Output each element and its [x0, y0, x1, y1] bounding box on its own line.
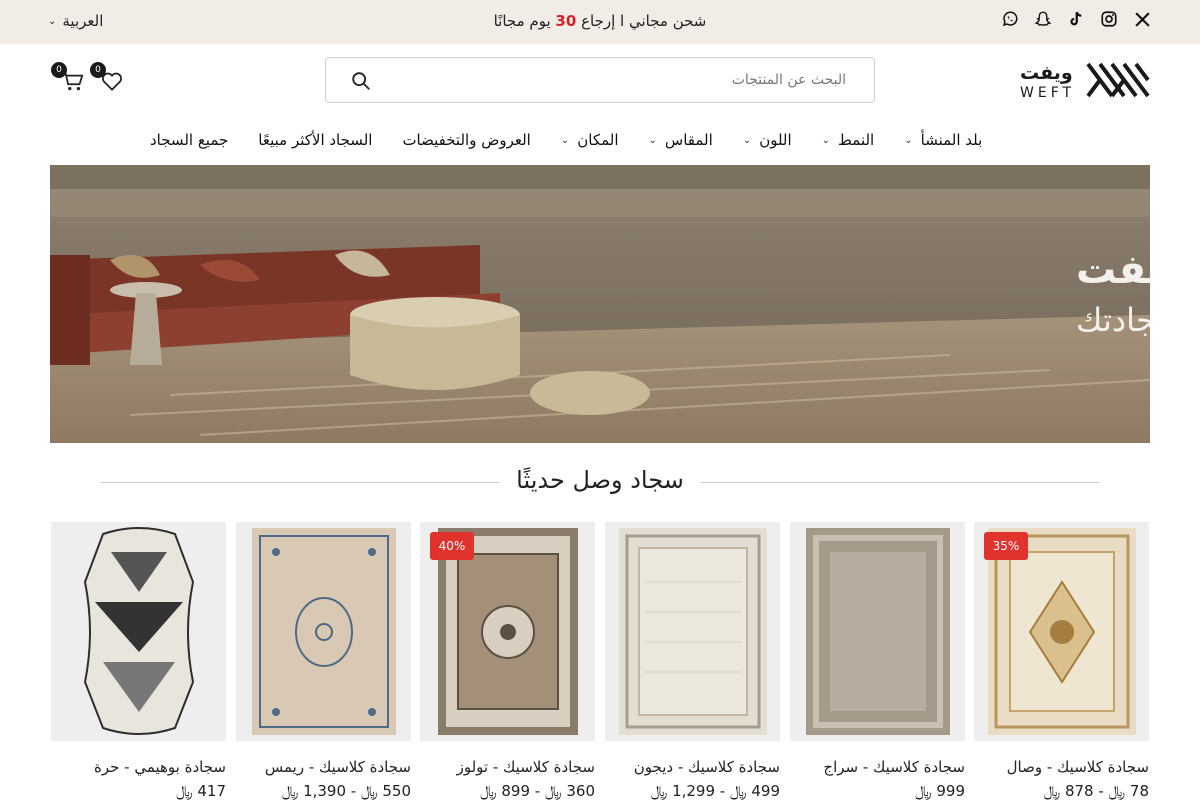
site-logo[interactable]: ويفت WEFT [1018, 60, 1152, 101]
snapchat-icon[interactable] [1033, 9, 1052, 29]
product-image[interactable] [51, 522, 226, 741]
nav-label: جميع السجاد [150, 131, 229, 149]
nav-label: النمط [838, 131, 875, 149]
cart-button[interactable]: 0 [51, 62, 88, 94]
discount-badge: 35% [984, 532, 1028, 560]
nav-item-offers[interactable]: العروض والتخفيضات [402, 131, 530, 149]
nav-label: المقاس [664, 131, 713, 149]
top-bar: شحن مجاني ا إرجاع 30 يوم مجانًا ⌄ العربي… [0, 0, 1200, 44]
nav-item-size[interactable]: المقاس ⌄ [649, 131, 713, 149]
nav-label: اللون [759, 131, 792, 149]
nav-item-best-sellers[interactable]: السجاد الأكثر مبيعًا [258, 131, 372, 149]
wishlist-button[interactable]: 0 [90, 62, 126, 94]
product-price: 360 ﷼ - 899 ﷼ [480, 782, 595, 800]
chevron-down-icon: ⌄ [560, 134, 570, 146]
product-card[interactable]: سجادة بوهيمي - حرة 417 ﷼ [51, 522, 226, 800]
social-links [1000, 9, 1152, 29]
promo-banner-text: شحن مجاني ا إرجاع 30 يوم مجانًا [400, 12, 800, 30]
wishlist-count-badge: 0 [90, 62, 106, 78]
whatsapp-icon[interactable] [1000, 9, 1019, 29]
language-selector[interactable]: ⌄ العربية [48, 12, 103, 30]
product-title[interactable]: سجادة كلاسيك - سراج [790, 758, 965, 776]
new-arrivals-heading: سجاد وصل حديثًا [100, 466, 1100, 500]
hero-brand: ويفت [1076, 247, 1150, 293]
product-title[interactable]: سجادة كلاسيك - وصال [974, 758, 1149, 776]
chevron-down-icon: ⌄ [821, 134, 831, 146]
nav-item-place[interactable]: المكان ⌄ [561, 131, 619, 149]
product-card[interactable]: 40% سجادة كلاسيك - تولوز 360 ﷼ - 899 ﷼ [420, 522, 595, 800]
chevron-down-icon: ⌄ [48, 15, 57, 27]
search-icon[interactable] [350, 70, 372, 92]
hero-tagline: الوجهة الأولى لإختيار سجادتك [1076, 300, 1150, 339]
product-price: 78 ﷼ - 878 ﷼ [1043, 782, 1149, 800]
product-image[interactable] [605, 522, 780, 741]
logo-en: WEFT [1020, 85, 1075, 100]
nav-label: العروض والتخفيضات [402, 131, 531, 149]
cart-count-badge: 0 [51, 62, 67, 78]
product-title[interactable]: سجادة كلاسيك - ريمس [236, 758, 411, 776]
product-title[interactable]: سجادة كلاسيك - تولوز [420, 758, 595, 776]
product-image[interactable] [236, 522, 411, 741]
discount-badge: 40% [430, 532, 474, 560]
instagram-icon[interactable] [1100, 9, 1119, 29]
promo-prefix: شحن مجاني ا إرجاع [581, 12, 707, 30]
nav-label: بلد المنشأ [920, 131, 983, 149]
x-icon[interactable] [1133, 9, 1152, 29]
logo-ar: ويفت [1020, 62, 1073, 84]
product-price: 550 ﷼ - 1,390 ﷼ [281, 782, 411, 800]
product-card[interactable]: سجادة كلاسيك - سراج 999 ﷼ [790, 522, 965, 800]
product-card[interactable]: سجادة كلاسيك - ريمس 550 ﷼ - 1,390 ﷼ [236, 522, 411, 800]
product-card[interactable]: سجادة كلاسيك - ديجون 499 ﷼ - 1,299 ﷼ [605, 522, 780, 800]
product-grid: 35% سجادة كلاسيك - وصال 78 ﷼ - 878 ﷼ سجا… [50, 522, 1150, 800]
chevron-down-icon: ⌄ [904, 134, 913, 146]
search-input[interactable] [386, 58, 856, 102]
language-label: العربية [62, 12, 104, 30]
promo-suffix: يوم مجانًا [493, 12, 551, 30]
nav-item-style[interactable]: النمط ⌄ [822, 131, 875, 149]
product-title[interactable]: سجادة كلاسيك - ديجون [605, 758, 780, 776]
main-nav: جميع السجاد السجاد الأكثر مبيعًا العروض … [150, 128, 1030, 152]
nav-label: السجاد الأكثر مبيعًا [258, 131, 373, 149]
product-title[interactable]: سجادة بوهيمي - حرة [51, 758, 226, 776]
product-price: 999 ﷼ [914, 782, 965, 800]
chevron-down-icon: ⌄ [742, 134, 752, 146]
search-box [325, 57, 875, 103]
chevron-down-icon: ⌄ [648, 134, 657, 146]
tiktok-icon[interactable] [1066, 9, 1085, 29]
product-price: 417 ﷼ [175, 782, 226, 800]
hero-image: ويفت الوجهة الأولى لإختيار سجادتك [50, 165, 1150, 443]
nav-item-origin[interactable]: بلد المنشأ ⌄ [904, 131, 982, 149]
product-card[interactable]: 35% سجادة كلاسيك - وصال 78 ﷼ - 878 ﷼ [974, 522, 1149, 800]
section-title-text: سجاد وصل حديثًا [500, 466, 700, 494]
promo-days: 30 [555, 12, 577, 30]
hero-banner[interactable]: ويفت الوجهة الأولى لإختيار سجادتك [50, 165, 1150, 443]
nav-item-all-rugs[interactable]: جميع السجاد [150, 131, 228, 149]
product-image[interactable] [790, 522, 965, 741]
nav-label: المكان [577, 131, 619, 149]
nav-item-color[interactable]: اللون ⌄ [743, 131, 792, 149]
product-price: 499 ﷼ - 1,299 ﷼ [650, 782, 780, 800]
